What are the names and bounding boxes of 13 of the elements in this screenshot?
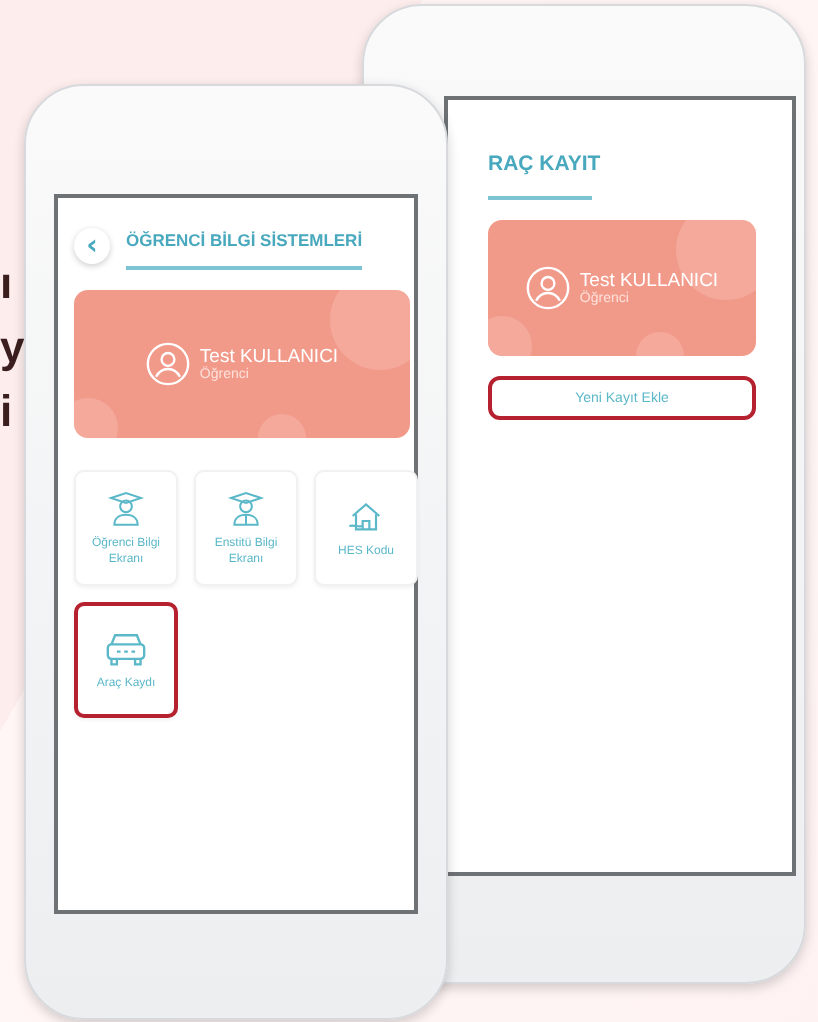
- heading-fragment: i: [0, 388, 15, 436]
- heading-fragment: ı: [0, 260, 15, 308]
- car-icon: [102, 628, 150, 668]
- back-button[interactable]: ‹: [74, 228, 110, 264]
- user-icon: [525, 266, 570, 310]
- heading-fragment: y: [0, 324, 20, 372]
- graduate-icon: [106, 488, 146, 528]
- screen-title: ÖĞRENCİ BİLGİ SİSTEMLERİ: [126, 222, 363, 270]
- screen-title: RAÇ KAYIT: [488, 152, 601, 176]
- graduate-icon: [226, 488, 266, 528]
- user-name: Test KULLANICI: [199, 346, 339, 368]
- user-icon: [145, 342, 190, 386]
- user-name: Test KULLANICI: [579, 270, 719, 292]
